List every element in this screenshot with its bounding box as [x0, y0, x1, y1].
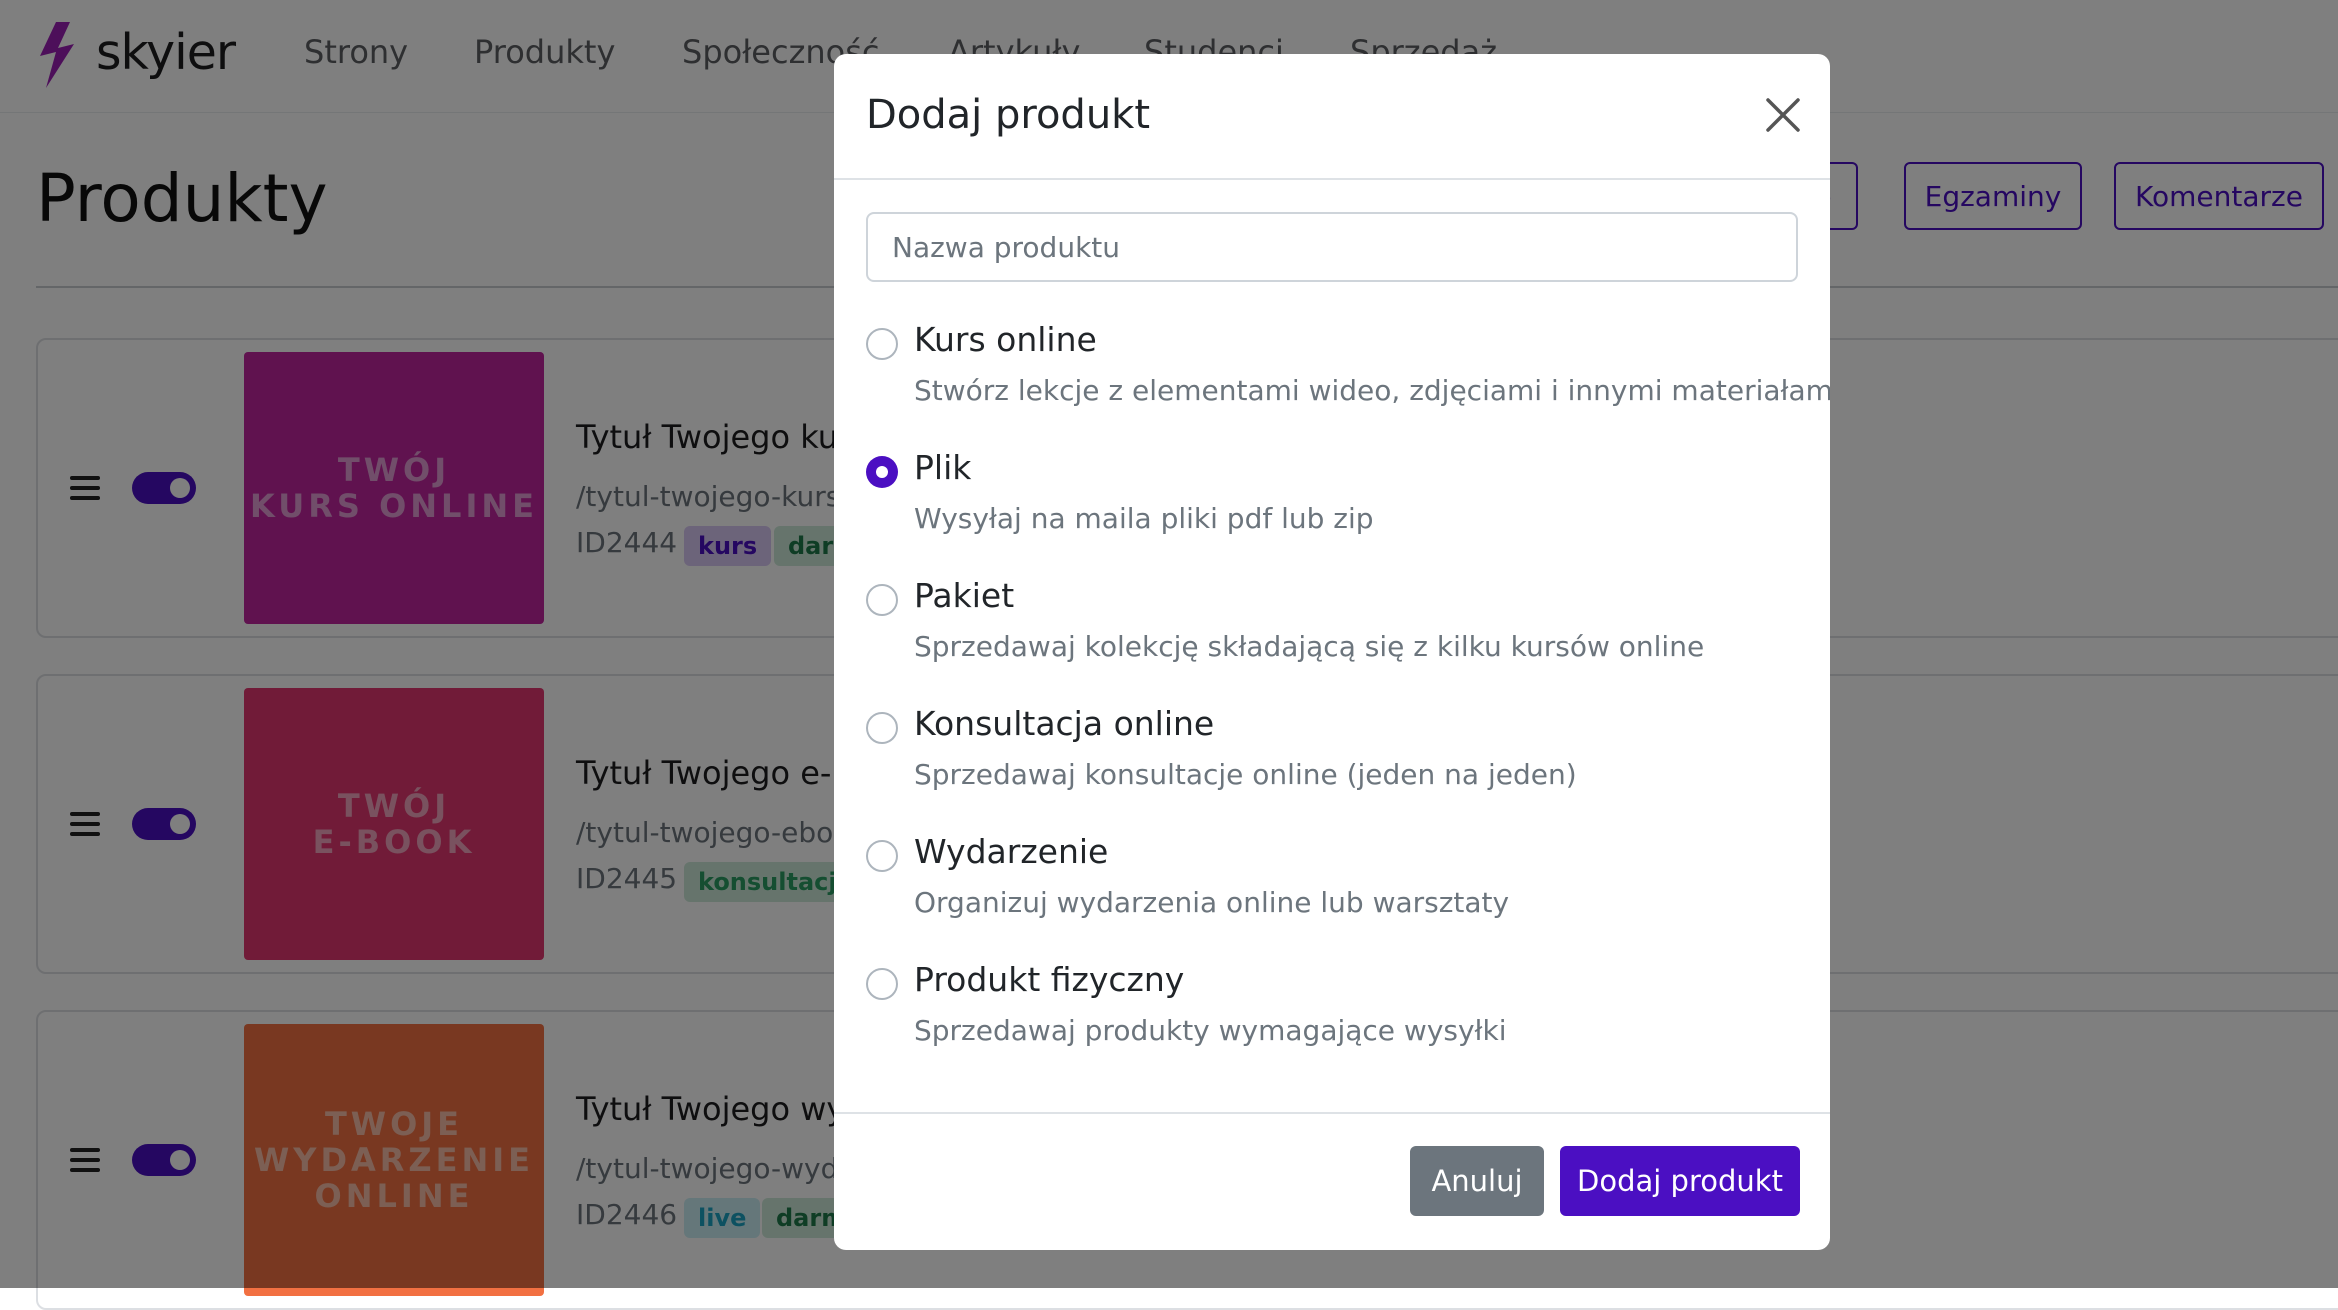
radio-button[interactable]	[866, 840, 898, 872]
radio-button[interactable]	[866, 328, 898, 360]
option-label[interactable]: Konsultacja online	[914, 704, 1214, 743]
option-label[interactable]: Produkt fizyczny	[914, 960, 1184, 999]
radio-button[interactable]	[866, 712, 898, 744]
option-description: Stwórz lekcje z elementami wideo, zdjęci…	[914, 374, 1830, 407]
product-type-option[interactable]: Wydarzenie Organizuj wydarzenia online l…	[866, 832, 1798, 942]
add-product-modal: Dodaj produkt Kurs online Stwórz lekcje …	[834, 54, 1830, 1250]
cancel-button[interactable]: Anuluj	[1410, 1146, 1544, 1216]
product-type-option[interactable]: Pakiet Sprzedawaj kolekcję składającą si…	[866, 576, 1798, 686]
modal-header: Dodaj produkt	[834, 54, 1830, 180]
product-type-option[interactable]: Produkt fizyczny Sprzedawaj produkty wym…	[866, 960, 1798, 1070]
modal-title: Dodaj produkt	[866, 92, 1151, 138]
option-label[interactable]: Wydarzenie	[914, 832, 1108, 871]
product-type-option[interactable]: Konsultacja online Sprzedawaj konsultacj…	[866, 704, 1798, 814]
option-description: Organizuj wydarzenia online lub warsztat…	[914, 886, 1510, 919]
product-type-option[interactable]: Plik Wysyłaj na maila pliki pdf lub zip	[866, 448, 1798, 558]
option-description: Wysyłaj na maila pliki pdf lub zip	[914, 502, 1374, 535]
option-label[interactable]: Pakiet	[914, 576, 1014, 615]
option-label[interactable]: Kurs online	[914, 320, 1097, 359]
radio-button[interactable]	[866, 968, 898, 1000]
product-type-option[interactable]: Kurs online Stwórz lekcje z elementami w…	[866, 320, 1830, 430]
modal-footer: Anuluj Dodaj produkt	[834, 1112, 1830, 1250]
radio-button[interactable]	[866, 584, 898, 616]
option-description: Sprzedawaj produkty wymagające wysyłki	[914, 1014, 1507, 1047]
add-product-button[interactable]: Dodaj produkt	[1560, 1146, 1800, 1216]
option-label[interactable]: Plik	[914, 448, 971, 487]
product-name-input[interactable]	[866, 212, 1798, 282]
option-description: Sprzedawaj konsultacje online (jeden na …	[914, 758, 1577, 791]
option-description: Sprzedawaj kolekcję składającą się z kil…	[914, 630, 1705, 663]
radio-button[interactable]	[866, 456, 898, 488]
close-icon[interactable]	[1764, 96, 1802, 134]
